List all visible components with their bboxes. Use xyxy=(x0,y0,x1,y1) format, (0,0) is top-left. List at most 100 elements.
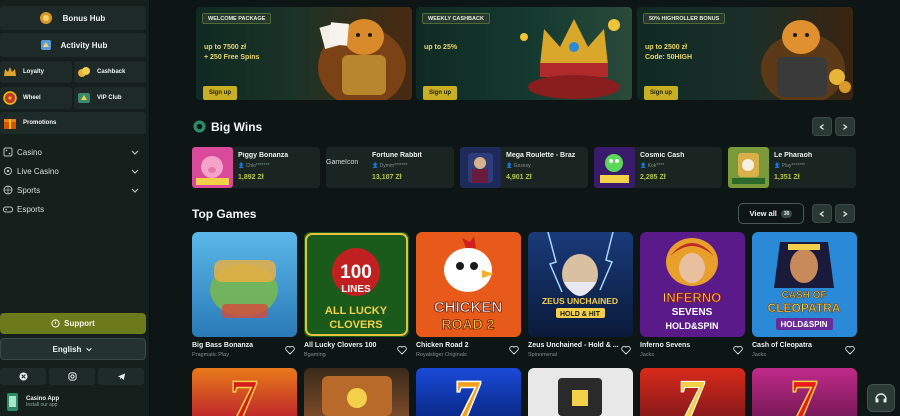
win-amount: 1,892 Zł xyxy=(238,174,264,181)
big-wins-next-button[interactable] xyxy=(835,117,855,136)
game-tile-all-lucky-clovers[interactable]: 100 LINES ALL LUCKY CLOVERS xyxy=(304,232,409,337)
activity-hub-icon xyxy=(41,40,51,50)
win-user: 👤 Gnsexy xyxy=(506,163,531,169)
le-pharaoh-thumbnail xyxy=(728,147,769,188)
game-name: Zeus Unchained - Hold & ... xyxy=(528,342,619,349)
game-tile-partial[interactable]: 7 xyxy=(416,368,521,416)
fortune-rabbit-thumbnail: GameIcon xyxy=(326,147,367,188)
big-win-card[interactable]: GameIcon Fortune Rabbit 👤 Dymm******* 13… xyxy=(326,147,454,188)
sidebar-tile-loyalty[interactable]: Loyalty xyxy=(0,61,72,83)
game-name: Big Bass Bonanza xyxy=(192,342,254,349)
nav-sports[interactable]: Sports xyxy=(0,181,146,199)
live-icon xyxy=(4,167,12,175)
favorite-heart-icon[interactable] xyxy=(397,345,407,355)
game-tile-partial[interactable] xyxy=(528,368,633,416)
big-wins-prev-button[interactable] xyxy=(812,117,832,136)
sign-up-button[interactable]: Sign up xyxy=(644,86,678,100)
game-tile-partial[interactable]: 7 xyxy=(640,368,745,416)
activity-hub-button[interactable]: Activity Hub xyxy=(0,33,146,57)
game-tile-partial[interactable] xyxy=(304,368,409,416)
language-select[interactable]: English xyxy=(0,338,146,360)
sevens-slot-thumbnail: 7 xyxy=(678,369,707,416)
game-tile-cash-of-cleopatra[interactable]: CASH OF CLEOPATRA HOLD&SPIN xyxy=(752,232,857,337)
win-username: Play******* xyxy=(781,163,805,169)
win-game-name: Le Pharaoh xyxy=(774,152,813,159)
promo-text: up to 7500 zł + 250 Free Spins xyxy=(204,43,259,63)
view-all-label: View all xyxy=(749,209,777,218)
nav-casino[interactable]: Casino xyxy=(0,143,146,161)
nav-live-casino[interactable]: Live Casino xyxy=(0,162,146,180)
svg-text:7: 7 xyxy=(454,369,482,416)
favorite-heart-icon[interactable] xyxy=(509,345,519,355)
game-tile-partial[interactable]: 7 xyxy=(192,368,297,416)
live-support-button[interactable] xyxy=(867,384,895,412)
sign-up-button[interactable]: Sign up xyxy=(203,86,237,100)
game-tile-zeus-unchained[interactable]: ZEUS UNCHAINED HOLD & HIT xyxy=(528,232,633,337)
win-amount: 13,107 Zł xyxy=(372,174,402,181)
chat-icon xyxy=(51,319,60,328)
top-games-prev-button[interactable] xyxy=(812,204,832,223)
bonus-hub-label: Bonus Hub xyxy=(62,13,106,23)
zeus-art-hold: HOLD & HIT xyxy=(560,311,601,318)
sidebar-tile-label: Loyalty xyxy=(23,69,45,75)
favorite-heart-icon[interactable] xyxy=(621,345,631,355)
wheel-icon xyxy=(3,91,17,105)
tiger-warrior-illustration xyxy=(318,19,406,100)
sign-up-button[interactable]: Sign up xyxy=(423,86,457,100)
nav-label: Esports xyxy=(17,204,45,214)
view-all-button[interactable]: View all 30 xyxy=(738,203,804,224)
promo-welcome-package[interactable]: WELCOME PACKAGE up to 7500 zł + 250 Free… xyxy=(196,7,412,100)
zeus-art-title: ZEUS UNCHAINED xyxy=(542,296,618,306)
sidebar-tile-promotions[interactable]: Promotions xyxy=(0,112,146,134)
big-win-card[interactable]: Mega Roulette - Braz 👤 Gnsexy 4,901 Zł xyxy=(460,147,588,188)
x-social-button[interactable] xyxy=(0,368,46,385)
game-tile-partial[interactable]: 7 xyxy=(752,368,857,416)
sidebar-tile-wheel[interactable]: Wheel xyxy=(0,87,72,109)
favorite-heart-icon[interactable] xyxy=(845,345,855,355)
vip-icon xyxy=(78,93,90,103)
promo-line2: + 250 Free Spins xyxy=(204,54,260,61)
telegram-icon xyxy=(117,373,125,381)
chicken-road-2-thumbnail: CHICKEN ROAD 2 xyxy=(416,232,521,337)
game-tile-inferno-sevens[interactable]: INFERNO SEVENS HOLD&SPIN xyxy=(640,232,745,337)
support-button[interactable]: Support xyxy=(0,313,146,334)
chevron-right-icon xyxy=(843,123,848,130)
cleopatra-art-title: CLEOPATRA xyxy=(768,301,841,315)
bonus-hub-button[interactable]: Bonus Hub xyxy=(0,6,146,30)
sidebar: Bonus Hub Activity Hub Loyalty Cashback … xyxy=(0,0,150,416)
ball-icon xyxy=(3,185,13,195)
win-amount: 2,285 Zł xyxy=(640,174,666,181)
win-game-name: Cosmic Cash xyxy=(640,152,685,159)
game-tile-big-bass-bonanza[interactable] xyxy=(192,232,297,337)
instagram-social-button[interactable] xyxy=(49,368,95,385)
telegram-social-button[interactable] xyxy=(98,368,144,385)
favorite-heart-icon[interactable] xyxy=(285,345,295,355)
sidebar-tile-cashback[interactable]: Cashback xyxy=(74,61,146,83)
tiger-king-illustration xyxy=(761,20,851,100)
sidebar-tile-label: Promotions xyxy=(23,120,57,126)
headset-icon xyxy=(875,393,887,403)
big-win-card[interactable]: Piggy Bonanza 👤 Chlo******* 1,892 Zł xyxy=(192,147,320,188)
cashback-crown-illustration xyxy=(520,19,620,99)
favorite-heart-icon[interactable] xyxy=(733,345,743,355)
win-amount: 4,901 Zł xyxy=(506,174,532,181)
promo-weekly-cashback[interactable]: WEEKLY CASHBACK up to 25% Sign up xyxy=(416,7,632,100)
win-user: 👤 Play******* xyxy=(774,163,805,169)
slot-thumbnail xyxy=(322,376,392,416)
game-name: Inferno Sevens xyxy=(640,342,691,349)
win-game-name: Piggy Bonanza xyxy=(238,152,289,159)
top-games-next-button[interactable] xyxy=(835,204,855,223)
all-lucky-clovers-thumbnail: 100 LINES ALL LUCKY CLOVERS xyxy=(304,232,409,337)
game-tile-chicken-road-2[interactable]: CHICKEN ROAD 2 xyxy=(416,232,521,337)
promo-highroller-bonus[interactable]: 50% HIGHROLLER BONUS up to 2500 zł Code:… xyxy=(637,7,853,100)
nav-esports[interactable]: Esports xyxy=(0,200,146,218)
game-provider: Jacks xyxy=(640,352,655,358)
casino-app-banner[interactable]: Casino App Install our app xyxy=(0,389,146,415)
instagram-icon xyxy=(67,372,77,381)
promo-tag: WELCOME PACKAGE xyxy=(202,13,272,24)
cleopatra-art-cash: CASH OF xyxy=(782,290,827,301)
nav-label: Sports xyxy=(17,185,41,195)
sidebar-tile-vip-club[interactable]: VIP Club xyxy=(74,87,146,109)
big-win-card[interactable]: Le Pharaoh 👤 Play******* 1,351 Zł xyxy=(728,147,856,188)
big-win-card[interactable]: Cosmic Cash 👤 Kok**** 2,285 Zł xyxy=(594,147,722,188)
